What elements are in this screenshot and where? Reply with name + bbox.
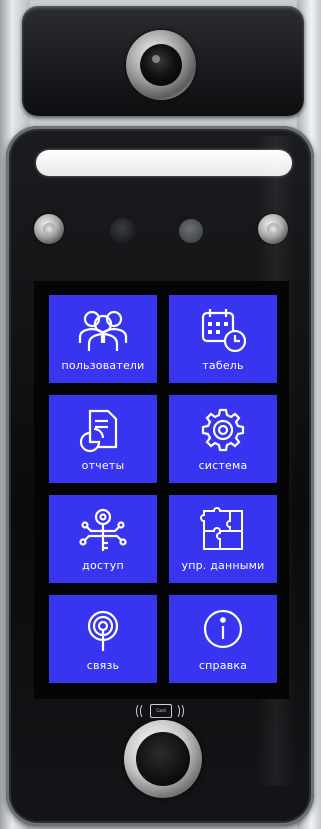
light-sensor <box>179 219 203 243</box>
tile-timesheet-label: табель <box>202 359 244 372</box>
tile-connection[interactable]: связь <box>49 595 157 683</box>
tile-users[interactable]: пользователи <box>49 295 157 383</box>
fill-light-bar <box>36 150 292 176</box>
tile-help[interactable]: справка <box>169 595 277 683</box>
info-icon <box>203 609 243 649</box>
tile-connection-label: связь <box>86 659 120 672</box>
tile-users-label: пользователи <box>61 359 145 372</box>
signal-icon <box>87 610 119 651</box>
users-icon <box>78 310 128 351</box>
fingerprint-scanner[interactable] <box>124 720 202 798</box>
tile-access-label: доступ <box>82 559 124 572</box>
tile-system-label: система <box>198 459 248 472</box>
fingerprint-sensor-surface <box>136 732 190 786</box>
access-key-icon <box>79 508 127 551</box>
tile-access[interactable]: доступ <box>49 495 157 583</box>
camera-module <box>22 6 304 116</box>
camera-lens <box>140 44 182 86</box>
touch-screen: пользователи табель отчеты система досту… <box>34 281 289 699</box>
tile-data-management-label: упр. данными <box>181 559 265 572</box>
left-sensor <box>34 214 64 244</box>
camera-lens-ring <box>126 30 196 100</box>
card-label: Card <box>150 704 172 718</box>
tile-data-management[interactable]: упр. данными <box>169 495 277 583</box>
tile-system[interactable]: система <box>169 395 277 483</box>
tile-reports[interactable]: отчеты <box>49 395 157 483</box>
card-reader-icon: Card <box>134 701 186 719</box>
tile-timesheet[interactable]: табель <box>169 295 277 383</box>
ir-sensor <box>110 218 136 244</box>
report-icon <box>79 409 118 453</box>
right-sensor <box>258 214 288 244</box>
calendar-clock-icon <box>201 309 247 353</box>
tile-reports-label: отчеты <box>81 459 125 472</box>
tile-help-label: справка <box>198 659 248 672</box>
puzzle-icon <box>200 507 243 550</box>
gear-icon <box>201 408 245 452</box>
